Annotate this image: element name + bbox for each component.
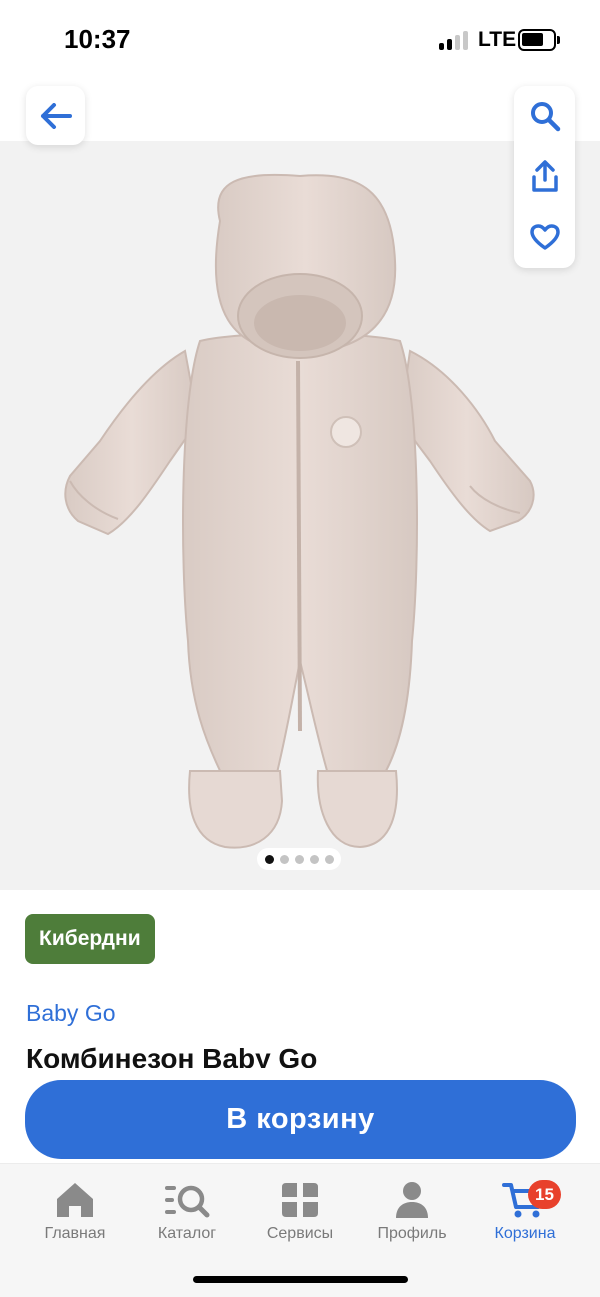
- product-title: Комбинезон Baby Go: [26, 1043, 318, 1068]
- product-image[interactable]: [0, 141, 600, 890]
- home-icon: [57, 1183, 93, 1217]
- back-button[interactable]: [26, 86, 85, 145]
- tab-home[interactable]: Главная: [20, 1181, 130, 1251]
- profile-icon: [396, 1182, 428, 1218]
- tab-label: Профиль: [377, 1225, 447, 1242]
- cellular-signal-icon: [439, 30, 469, 50]
- tab-label: Главная: [44, 1225, 106, 1242]
- catalog-search-icon: [165, 1185, 210, 1218]
- search-button[interactable]: [514, 86, 575, 146]
- favorite-button[interactable]: [514, 207, 575, 267]
- heart-icon: [529, 224, 560, 250]
- home-indicator[interactable]: [193, 1276, 408, 1283]
- snowsuit-illustration: [64, 173, 535, 849]
- add-to-cart-button[interactable]: В корзину: [25, 1080, 576, 1159]
- product-title-clip: Комбинезон Baby Go: [0, 1040, 600, 1068]
- tab-label: Корзина: [494, 1225, 556, 1242]
- product-actions: [514, 86, 575, 268]
- status-bar: 10:37 LTE: [0, 0, 600, 80]
- services-grid-icon: [282, 1183, 318, 1217]
- pagination-dot[interactable]: [324, 854, 334, 864]
- tab-cart[interactable]: Корзина: [470, 1181, 580, 1251]
- status-time: 10:37: [64, 24, 131, 54]
- cart-count-badge: 15: [528, 1180, 561, 1209]
- search-icon: [530, 102, 560, 132]
- arrow-left-icon: [40, 102, 72, 129]
- tab-profile[interactable]: Профиль: [357, 1181, 467, 1251]
- network-type: LTE: [478, 28, 517, 51]
- pagination-dot[interactable]: [279, 854, 289, 864]
- share-icon: [531, 160, 558, 192]
- tab-label: Сервисы: [266, 1225, 334, 1242]
- share-button[interactable]: [514, 147, 575, 207]
- promo-badge[interactable]: Кибердни: [25, 914, 155, 964]
- battery-icon: [518, 29, 560, 51]
- tab-catalog[interactable]: Каталог: [132, 1181, 242, 1251]
- pagination-dot[interactable]: [264, 854, 274, 864]
- pagination-dot[interactable]: [309, 854, 319, 864]
- brand-link[interactable]: Baby Go: [26, 1000, 116, 1027]
- tab-label: Каталог: [157, 1225, 217, 1242]
- tab-services[interactable]: Сервисы: [245, 1181, 355, 1251]
- gallery-pagination: [257, 848, 341, 870]
- pagination-dot[interactable]: [294, 854, 304, 864]
